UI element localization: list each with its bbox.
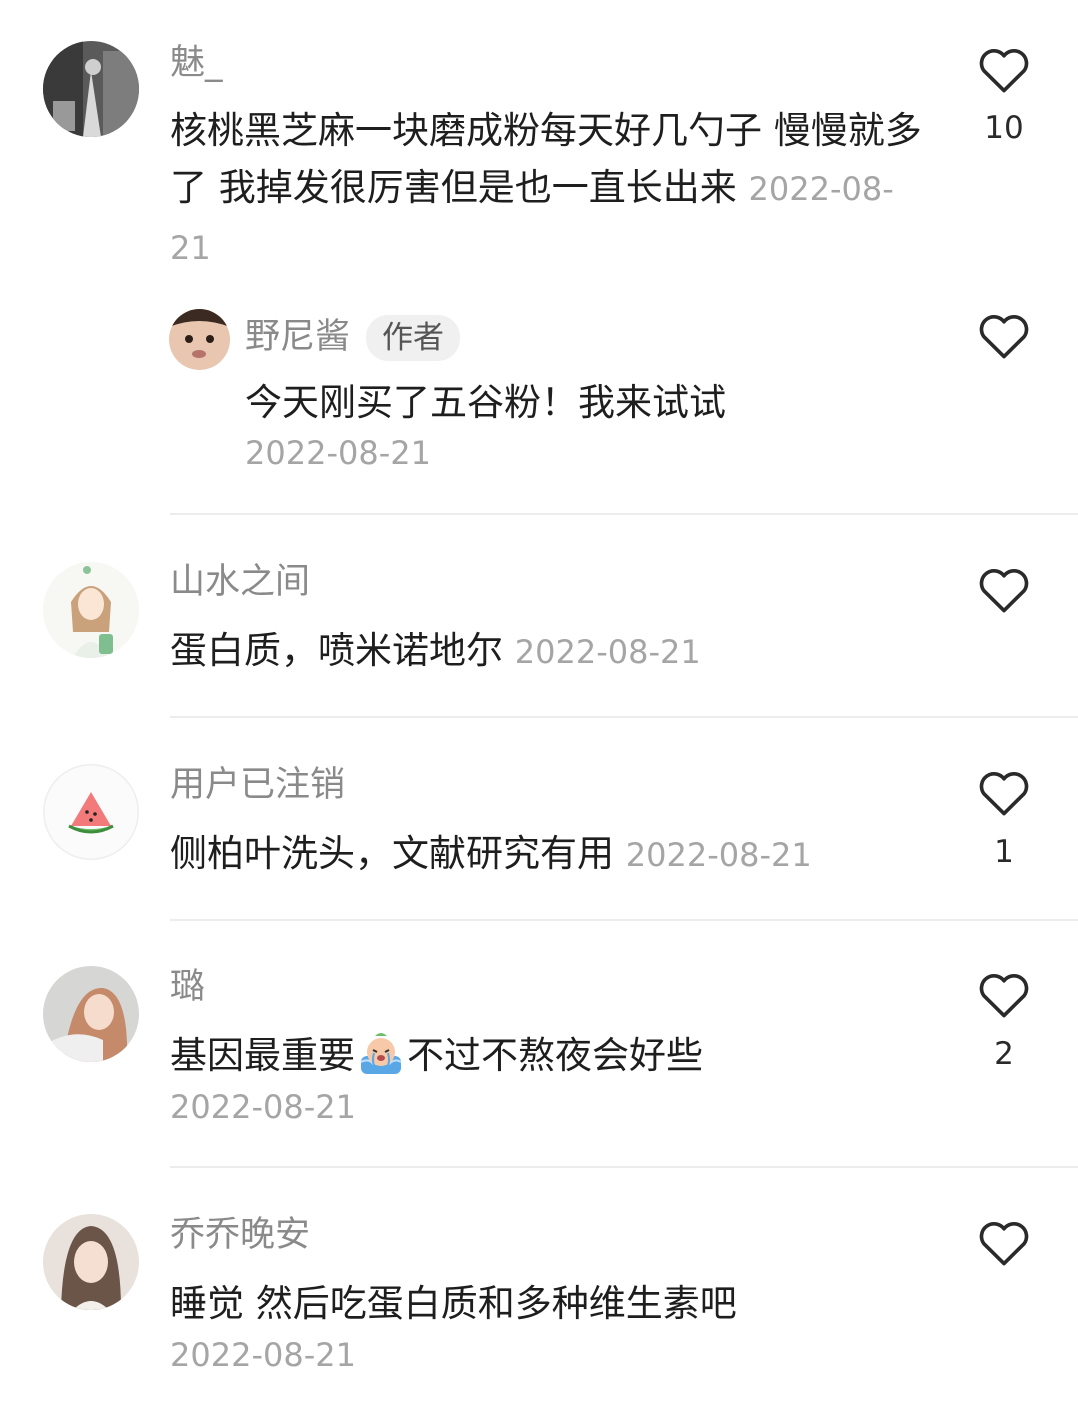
- comment-body: 侧柏叶洗头，文献研究有用: [170, 832, 614, 875]
- divider: [170, 716, 1078, 718]
- like-button[interactable]: [970, 969, 1038, 1019]
- like-button[interactable]: [970, 767, 1038, 817]
- comment-text: 核桃黑芝麻一块磨成粉每天好几勺子 慢慢就多了 我掉发很厉害但是也一直长出来 20…: [170, 102, 930, 277]
- comment-date: 2022-08-21: [170, 1336, 356, 1374]
- username[interactable]: 用户已注销: [170, 768, 345, 803]
- username[interactable]: 乔乔晚安: [170, 1218, 310, 1253]
- illustrated-girl-avatar: [43, 562, 139, 658]
- girl-photo-avatar-2: [43, 1214, 139, 1310]
- avatar[interactable]: [43, 1214, 139, 1310]
- comment-date: 2022-08-21: [170, 1088, 356, 1126]
- avatar[interactable]: [169, 309, 230, 370]
- crying-emoji-icon: [357, 1032, 405, 1092]
- reply-username-text: 野尼酱: [245, 317, 351, 358]
- username[interactable]: 魅_: [170, 46, 223, 81]
- bw-photo-avatar: [43, 41, 139, 137]
- heart-icon: [979, 974, 1029, 1018]
- like-button[interactable]: [970, 1217, 1038, 1267]
- divider: [170, 1166, 1078, 1168]
- comment-body-end: 不过不熬夜会好些: [407, 1034, 703, 1077]
- comment-text: 侧柏叶洗头，文献研究有用 2022-08-21: [170, 825, 930, 884]
- comment-date: 2022-08-21: [514, 633, 701, 671]
- comment-text: 基因最重要 不过不熬夜会好些: [170, 1027, 930, 1092]
- like-button[interactable]: [970, 564, 1038, 614]
- comment-text: 睡觉 然后吃蛋白质和多种维生素吧: [170, 1282, 737, 1325]
- avatar[interactable]: [43, 764, 139, 860]
- heart-icon: [979, 49, 1029, 93]
- like-count: 2: [994, 1036, 1014, 1072]
- avatar[interactable]: [43, 966, 139, 1062]
- girl-photo-avatar: [43, 966, 139, 1062]
- avatar[interactable]: [43, 41, 139, 137]
- like-count: 1: [994, 834, 1014, 870]
- comment-body: 蛋白质，喷米诺地尔: [170, 629, 503, 672]
- heart-icon: [979, 315, 1029, 359]
- comment-date: 2022-08-21: [625, 836, 812, 874]
- like-count: 10: [984, 110, 1024, 146]
- comment-body-start: 基因最重要: [170, 1034, 355, 1077]
- username[interactable]: 璐: [170, 970, 205, 1005]
- heart-icon: [979, 1222, 1029, 1266]
- like-button[interactable]: [970, 310, 1038, 360]
- author-badge: 作者: [366, 315, 461, 362]
- reply-date: 2022-08-21: [245, 434, 431, 472]
- reply-username[interactable]: 野尼酱 作者: [245, 315, 461, 362]
- divider: [170, 919, 1078, 921]
- baby-photo-avatar: [169, 309, 230, 370]
- reply-text: 今天刚买了五谷粉！我来试试: [245, 381, 726, 424]
- like-button[interactable]: [970, 44, 1038, 94]
- username[interactable]: 山水之间: [170, 565, 310, 600]
- comment-text: 蛋白质，喷米诺地尔 2022-08-21: [170, 622, 930, 681]
- heart-icon: [979, 569, 1029, 613]
- watermelon-avatar: [43, 764, 139, 860]
- divider: [170, 513, 1078, 515]
- heart-icon: [979, 772, 1029, 816]
- avatar[interactable]: [43, 562, 139, 658]
